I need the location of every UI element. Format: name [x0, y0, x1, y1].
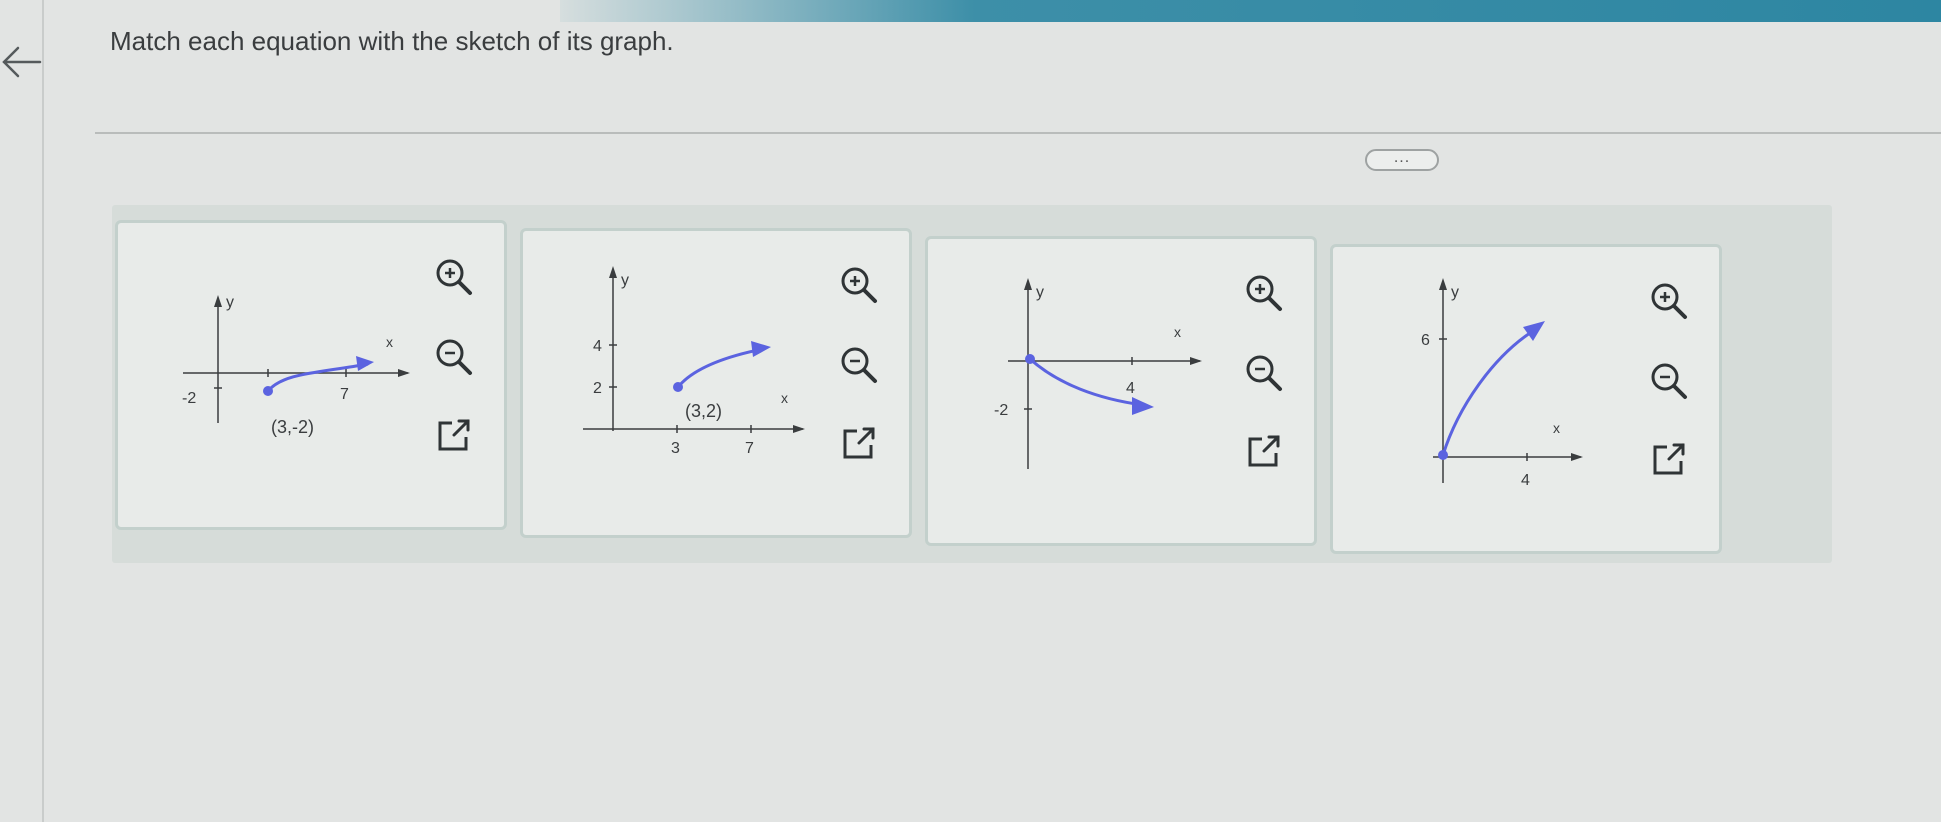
open-external-icon [1248, 435, 1280, 467]
graph-3-x-label: x [1174, 324, 1181, 340]
zoom-out-button[interactable] [1645, 357, 1691, 403]
zoom-in-button[interactable] [430, 253, 476, 299]
zoom-out-icon [1246, 355, 1282, 391]
zoom-out-button[interactable] [1240, 349, 1286, 395]
open-graph-button[interactable] [835, 421, 881, 467]
graph-4: y x 6 4 [1421, 278, 1583, 487]
open-graph-button[interactable] [430, 413, 476, 459]
graph-1-tick-x: 7 [340, 386, 349, 403]
graph-3-y-label: y [1036, 284, 1044, 301]
graph-2-tick-3: 3 [671, 440, 680, 457]
open-external-icon [1653, 443, 1685, 475]
graph-1-x-label: x [386, 334, 393, 350]
zoom-out-button[interactable] [835, 341, 881, 387]
question-prompt: Match each equation with the sketch of i… [110, 26, 674, 56]
graph-1-point-label: (3,-2) [271, 417, 314, 437]
zoom-in-icon [841, 267, 877, 303]
graph-1: y x -2 7 (3,-2) [182, 294, 410, 437]
graph-4-tick-y: 6 [1421, 332, 1430, 349]
left-panel-divider [42, 0, 44, 822]
open-external-icon [438, 419, 470, 451]
zoom-out-icon [436, 339, 472, 375]
graph-2: y x 4 2 3 7 (3,2) [583, 266, 805, 457]
zoom-out-icon [1651, 363, 1687, 399]
top-accent-strip [560, 0, 1941, 22]
zoom-out-icon [841, 347, 877, 383]
open-external-icon [843, 427, 875, 459]
answer-choice-3[interactable]: y x -2 4 [925, 236, 1317, 546]
answer-choice-1[interactable]: y x -2 7 (3,-2) [115, 220, 507, 530]
answer-choice-4[interactable]: y x 6 4 [1330, 244, 1722, 554]
back-button[interactable] [0, 40, 44, 84]
graph-1-y-label: y [226, 294, 234, 311]
graph-1-tick-y: -2 [182, 390, 196, 407]
graph-2-point-label: (3,2) [685, 401, 722, 421]
graph-2-tick-7: 7 [745, 440, 754, 457]
more-options-button[interactable]: ... [1365, 149, 1439, 171]
zoom-in-icon [1651, 283, 1687, 319]
zoom-out-button[interactable] [430, 333, 476, 379]
graph-2-x-label: x [781, 390, 788, 406]
graph-4-x-label: x [1553, 420, 1560, 436]
zoom-in-icon [436, 259, 472, 295]
answer-choice-2[interactable]: y x 4 2 3 7 (3,2) [520, 228, 912, 538]
graph-4-tick-x: 4 [1521, 472, 1530, 487]
graph-3-tick-y: -2 [994, 402, 1008, 419]
section-divider [95, 132, 1941, 134]
zoom-in-button[interactable] [1645, 277, 1691, 323]
arrow-left-icon [2, 46, 42, 78]
zoom-in-button[interactable] [835, 261, 881, 307]
graph-2-y-label: y [621, 272, 629, 289]
zoom-in-button[interactable] [1240, 269, 1286, 315]
graph-2-tick-2: 2 [593, 380, 602, 397]
open-graph-button[interactable] [1240, 429, 1286, 475]
graph-2-tick-4: 4 [593, 338, 602, 355]
open-graph-button[interactable] [1645, 437, 1691, 483]
graph-3-tick-x: 4 [1126, 380, 1135, 397]
graph-3: y x -2 4 [994, 278, 1202, 469]
graph-4-y-label: y [1451, 284, 1459, 301]
zoom-in-icon [1246, 275, 1282, 311]
